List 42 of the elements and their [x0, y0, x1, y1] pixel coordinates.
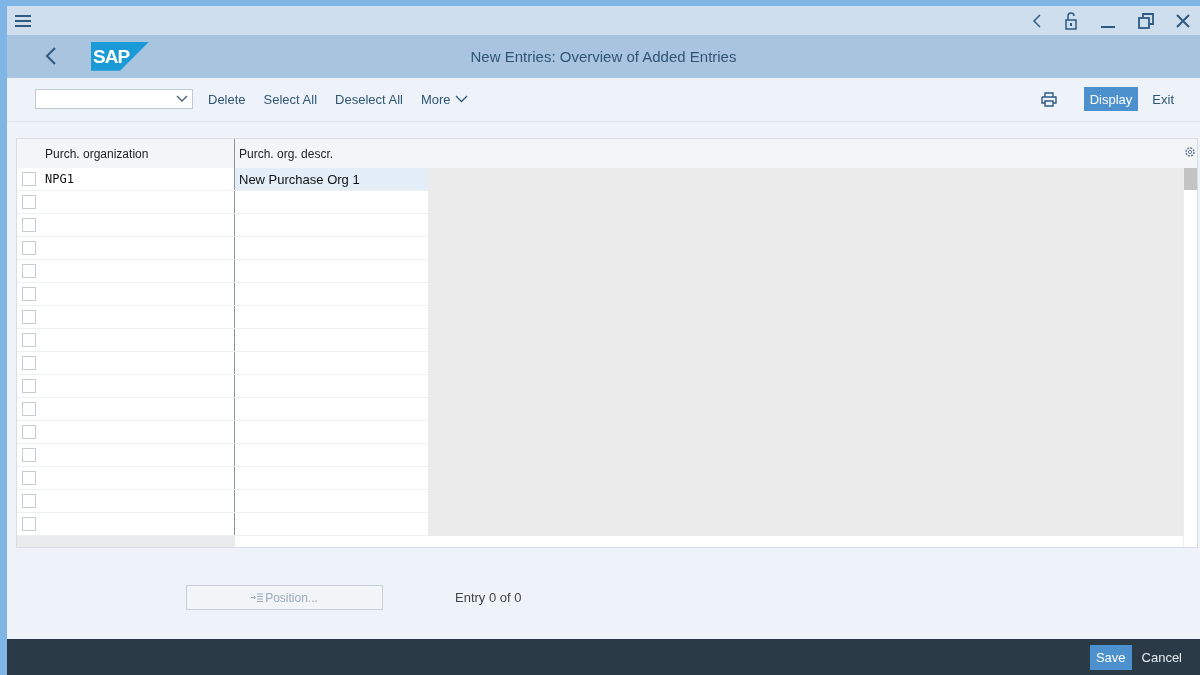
row-checkbox[interactable] [22, 356, 36, 371]
logo: SAP [91, 41, 149, 71]
row-checkbox[interactable] [22, 471, 36, 486]
printer-icon[interactable] [1040, 91, 1057, 107]
row-checkbox[interactable] [22, 264, 36, 279]
row-checkbox[interactable] [22, 287, 36, 302]
table-cell[interactable]: New Purchase Org 1 [235, 168, 428, 191]
restore-icon[interactable] [1138, 12, 1154, 29]
row-checkbox[interactable] [22, 402, 36, 417]
toolbar-button[interactable]: Delete [199, 87, 255, 111]
chevron-down-icon [454, 95, 468, 104]
row-checkbox[interactable] [22, 448, 36, 463]
row-checkbox[interactable] [22, 333, 36, 348]
dropdown-field[interactable] [35, 89, 193, 110]
column-header[interactable]: Purch. org. descr. [235, 139, 428, 169]
toolbar-button[interactable]: Deselect All [326, 87, 412, 111]
more-button[interactable]: More [412, 87, 477, 111]
row-checkbox[interactable] [22, 517, 36, 532]
entry-count: Entry 0 of 0 [455, 590, 522, 606]
toolbar-button[interactable]: Select All [254, 87, 327, 111]
row-checkbox[interactable] [22, 241, 36, 256]
padlock-icon[interactable] [1064, 11, 1078, 30]
chevron-down-icon [176, 95, 188, 104]
settings-icon[interactable] [1184, 145, 1196, 158]
row-checkbox[interactable] [22, 218, 36, 233]
row-checkbox[interactable] [22, 310, 36, 325]
toolbar-button[interactable]: Exit [1146, 87, 1180, 112]
footer-button[interactable]: Cancel [1135, 644, 1188, 670]
scrollbar-thumb[interactable] [1184, 168, 1197, 191]
row-checkbox[interactable] [22, 195, 36, 210]
row-checkbox[interactable] [22, 425, 36, 440]
row-checkbox[interactable] [22, 172, 36, 187]
column-header[interactable]: Purch. organization [41, 139, 235, 169]
window-title: New Entries: Overview of Added Entries [469, 47, 738, 65]
position-button: Position... [186, 585, 383, 611]
close-icon[interactable] [1176, 13, 1190, 28]
menu-icon[interactable] [14, 13, 32, 28]
back-icon[interactable] [45, 47, 57, 66]
list-arrow-icon [251, 593, 264, 603]
row-checkbox[interactable] [22, 494, 36, 509]
row-checkbox[interactable] [22, 379, 36, 394]
chevron-left-icon[interactable] [1032, 13, 1042, 28]
